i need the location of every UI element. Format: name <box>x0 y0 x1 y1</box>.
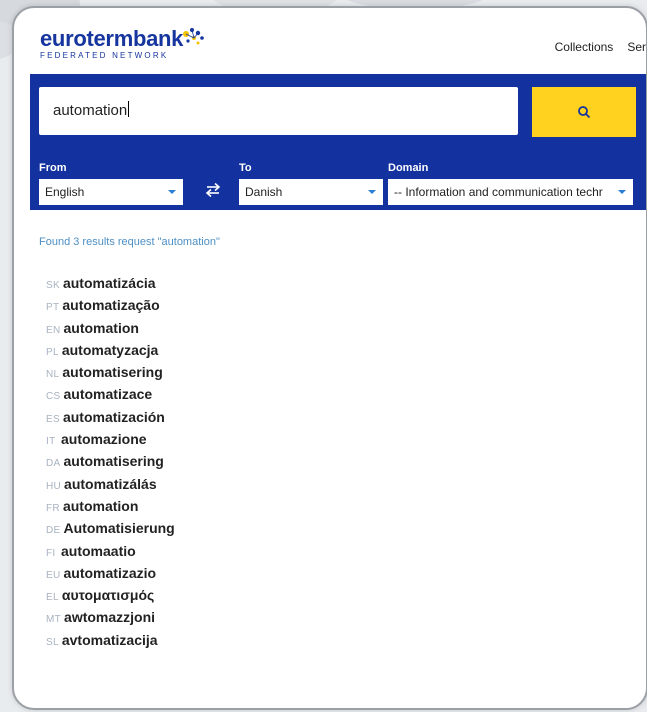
term-link[interactable]: automatización <box>63 409 165 425</box>
logo-text: eurotermbank <box>40 26 184 51</box>
language-code: PT <box>46 302 60 314</box>
list-item[interactable]: PL automatyzacja <box>46 339 175 361</box>
list-item[interactable]: MT awtomazzjoni <box>46 606 175 628</box>
nav-services[interactable]: Ser <box>627 40 646 54</box>
top-nav: Collections Ser <box>555 40 646 54</box>
list-item[interactable]: EU automatizazio <box>46 562 175 584</box>
search-button[interactable] <box>532 87 636 137</box>
list-item[interactable]: CS automatizace <box>46 383 175 405</box>
list-item[interactable]: FI automaatio <box>46 540 175 562</box>
term-link[interactable]: avtomatizacija <box>62 632 158 648</box>
domain-label: Domain <box>388 162 429 174</box>
to-language-value: Danish <box>245 185 283 199</box>
term-link[interactable]: Automatisierung <box>64 520 175 536</box>
list-item[interactable]: HU automatizálás <box>46 473 175 495</box>
search-query: automation <box>53 102 128 119</box>
swap-arrows-icon[interactable] <box>204 180 222 200</box>
list-item[interactable]: ES automatización <box>46 406 175 428</box>
results-summary: Found 3 results request "automation" <box>39 236 220 248</box>
main-panel: eurotermbank FEDERATED NETWORK Collectio… <box>12 6 647 710</box>
logo-subtitle: FEDERATED NETWORK <box>40 51 169 60</box>
term-link[interactable]: automaatio <box>61 543 136 559</box>
list-item[interactable]: EN automation <box>46 317 175 339</box>
list-item[interactable]: DE Automatisierung <box>46 517 175 539</box>
term-link[interactable]: automatisering <box>62 364 162 380</box>
to-label: To <box>239 162 252 174</box>
term-link[interactable]: automatisering <box>64 453 164 469</box>
term-link[interactable]: automation <box>63 498 138 514</box>
list-item[interactable]: PT automatização <box>46 294 175 316</box>
chevron-down-icon <box>618 190 626 194</box>
term-link[interactable]: automation <box>64 320 139 336</box>
header: eurotermbank FEDERATED NETWORK Collectio… <box>14 8 646 74</box>
list-item[interactable]: IT automazione <box>46 428 175 450</box>
to-language-select[interactable]: Danish <box>239 179 383 205</box>
logo[interactable]: eurotermbank FEDERATED NETWORK <box>40 26 204 60</box>
list-item[interactable]: DA automatisering <box>46 450 175 472</box>
language-code: DE <box>46 525 61 537</box>
term-link[interactable]: automatizácia <box>63 275 156 291</box>
text-caret <box>128 101 130 117</box>
term-link[interactable]: automatização <box>62 297 159 313</box>
list-item[interactable]: SK automatizácia <box>46 272 175 294</box>
term-link[interactable]: automatyzacja <box>62 342 158 358</box>
star-cluster-icon <box>183 28 204 45</box>
results-list: SK automatizácia PT automatização EN automa… <box>46 272 175 651</box>
chevron-down-icon <box>368 190 376 194</box>
list-item[interactable]: EL αυτοματισμός <box>46 584 175 606</box>
language-code: SL <box>46 636 59 648</box>
list-item[interactable]: FR automation <box>46 495 175 517</box>
list-item[interactable]: NL automatisering <box>46 361 175 383</box>
chevron-down-icon <box>168 190 176 194</box>
term-link[interactable]: automatizálás <box>64 476 157 492</box>
search-input[interactable]: automation <box>39 87 518 135</box>
term-link[interactable]: automazione <box>61 431 147 447</box>
term-link[interactable]: automatizace <box>64 386 153 402</box>
from-language-select[interactable]: English <box>39 179 183 205</box>
domain-value: -- Information and communication techr <box>394 185 603 199</box>
search-icon <box>578 106 591 119</box>
domain-select[interactable]: -- Information and communication techr <box>388 179 633 205</box>
list-item[interactable]: SL avtomatizacija <box>46 629 175 651</box>
term-link[interactable]: awtomazzjoni <box>64 609 155 625</box>
term-link[interactable]: automatizazio <box>64 565 157 581</box>
term-link[interactable]: αυτοματισμός <box>62 587 154 603</box>
from-language-value: English <box>45 185 85 199</box>
from-label: From <box>39 162 67 174</box>
nav-collections[interactable]: Collections <box>555 40 614 54</box>
search-area: automation From English To Danish Domain… <box>30 74 646 210</box>
